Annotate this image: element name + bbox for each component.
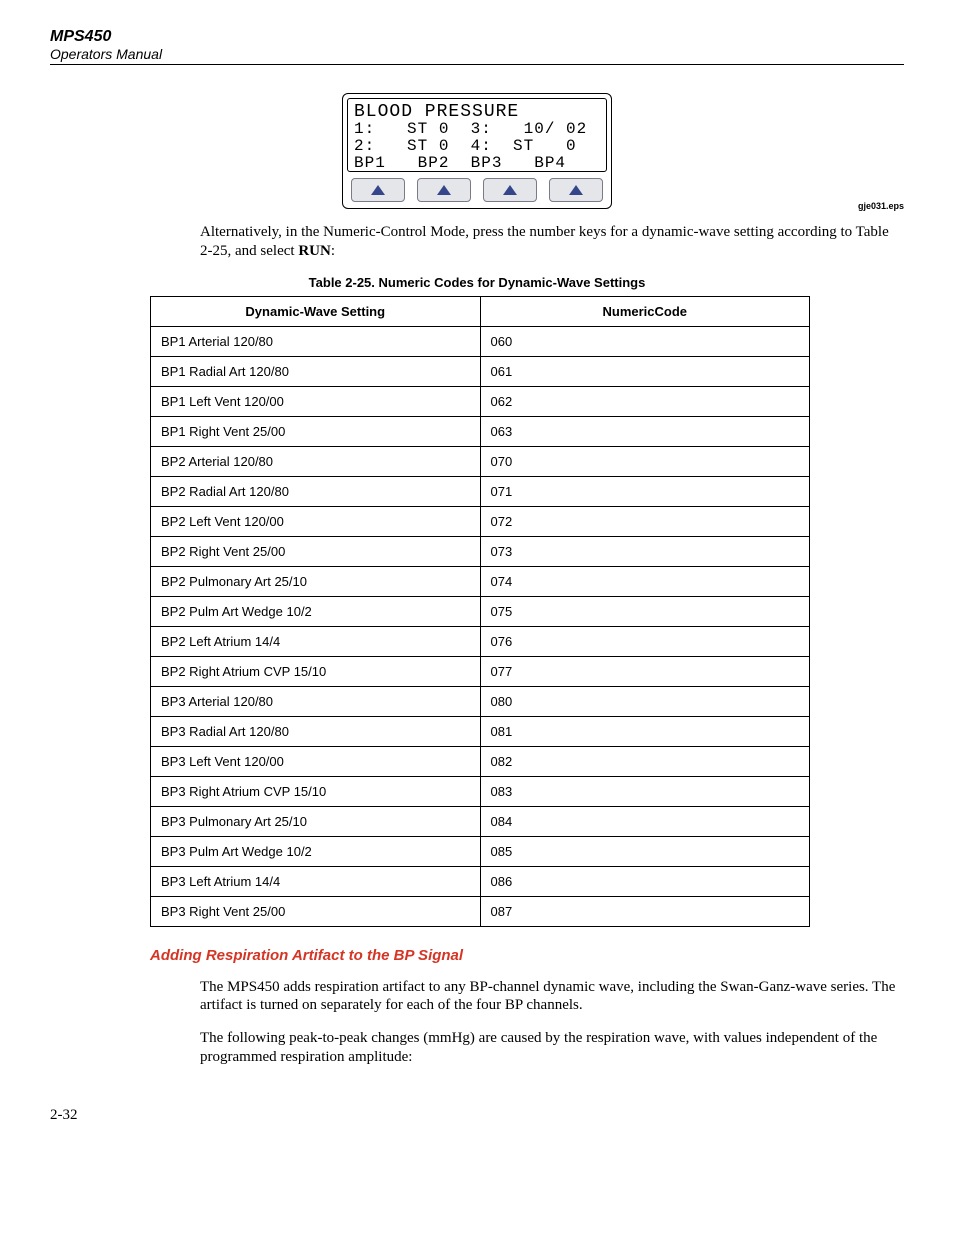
paragraph-artifact-2: The following peak-to-peak changes (mmHg… (200, 1029, 904, 1067)
table-row: BP1 Radial Art 120/80061 (151, 356, 810, 386)
cell-setting: BP2 Right Atrium CVP 15/10 (151, 656, 481, 686)
cell-code: 061 (480, 356, 810, 386)
softkey-1[interactable] (351, 178, 405, 202)
figure-filename: gje031.eps (858, 201, 904, 211)
cell-code: 074 (480, 566, 810, 596)
table-row: BP3 Arterial 120/80080 (151, 686, 810, 716)
lcd-row-1: 1: ST 0 3: 10/ 02 (354, 121, 600, 138)
cell-setting: BP1 Right Vent 25/00 (151, 416, 481, 446)
paragraph-intro-b: : (331, 243, 335, 259)
table-row: BP1 Arterial 120/80060 (151, 326, 810, 356)
table-row: BP2 Right Vent 25/00073 (151, 536, 810, 566)
cell-code: 083 (480, 776, 810, 806)
table-row: BP2 Arterial 120/80070 (151, 446, 810, 476)
cell-setting: BP1 Left Vent 120/00 (151, 386, 481, 416)
cell-code: 087 (480, 896, 810, 926)
cell-setting: BP1 Arterial 120/80 (151, 326, 481, 356)
cell-code: 073 (480, 536, 810, 566)
cell-setting: BP2 Pulm Art Wedge 10/2 (151, 596, 481, 626)
softkey-3[interactable] (483, 178, 537, 202)
section-heading: Adding Respiration Artifact to the BP Si… (150, 947, 904, 964)
lcd-title: BLOOD PRESSURE (354, 103, 600, 121)
cell-code: 063 (480, 416, 810, 446)
softkey-4[interactable] (549, 178, 603, 202)
page-header: MPS450 Operators Manual (50, 28, 904, 65)
page-number: 2-32 (50, 1107, 904, 1124)
triangle-up-icon (502, 184, 518, 196)
cell-setting: BP2 Left Atrium 14/4 (151, 626, 481, 656)
cell-setting: BP3 Pulm Art Wedge 10/2 (151, 836, 481, 866)
table-caption: Table 2-25. Numeric Codes for Dynamic-Wa… (50, 275, 904, 290)
table-row: BP2 Pulmonary Art 25/10074 (151, 566, 810, 596)
table-row: BP1 Left Vent 120/00062 (151, 386, 810, 416)
table-row: BP3 Right Vent 25/00087 (151, 896, 810, 926)
cell-setting: BP2 Pulmonary Art 25/10 (151, 566, 481, 596)
cell-setting: BP2 Radial Art 120/80 (151, 476, 481, 506)
run-label: RUN (298, 243, 331, 259)
cell-code: 062 (480, 386, 810, 416)
cell-setting: BP2 Left Vent 120/00 (151, 506, 481, 536)
cell-setting: BP3 Right Vent 25/00 (151, 896, 481, 926)
cell-setting: BP1 Radial Art 120/80 (151, 356, 481, 386)
lcd-row-2: 2: ST 0 4: ST 0 (354, 138, 600, 155)
lcd-figure: BLOOD PRESSURE 1: ST 0 3: 10/ 02 2: ST 0… (50, 93, 904, 209)
cell-code: 082 (480, 746, 810, 776)
cell-setting: BP3 Radial Art 120/80 (151, 716, 481, 746)
cell-setting: BP2 Arterial 120/80 (151, 446, 481, 476)
cell-code: 084 (480, 806, 810, 836)
table-row: BP2 Right Atrium CVP 15/10077 (151, 656, 810, 686)
table-row: BP3 Pulm Art Wedge 10/2085 (151, 836, 810, 866)
cell-code: 081 (480, 716, 810, 746)
table-row: BP3 Pulmonary Art 25/10084 (151, 806, 810, 836)
table-row: BP1 Right Vent 25/00063 (151, 416, 810, 446)
cell-code: 070 (480, 446, 810, 476)
paragraph-artifact-1: The MPS450 adds respiration artifact to … (200, 978, 904, 1016)
triangle-up-icon (370, 184, 386, 196)
cell-code: 080 (480, 686, 810, 716)
doc-subtitle: Operators Manual (50, 46, 904, 62)
cell-code: 071 (480, 476, 810, 506)
cell-setting: BP3 Right Atrium CVP 15/10 (151, 776, 481, 806)
lcd-screen: BLOOD PRESSURE 1: ST 0 3: 10/ 02 2: ST 0… (347, 98, 607, 172)
table-row: BP2 Left Vent 120/00072 (151, 506, 810, 536)
table-row: BP2 Pulm Art Wedge 10/2075 (151, 596, 810, 626)
table-row: BP3 Right Atrium CVP 15/10083 (151, 776, 810, 806)
cell-code: 072 (480, 506, 810, 536)
table-row: BP2 Left Atrium 14/4076 (151, 626, 810, 656)
cell-code: 076 (480, 626, 810, 656)
cell-code: 086 (480, 866, 810, 896)
numeric-codes-table: Dynamic-Wave Setting NumericCode BP1 Art… (150, 296, 810, 927)
triangle-up-icon (568, 184, 584, 196)
table-row: BP3 Left Vent 120/00082 (151, 746, 810, 776)
table-row: BP2 Radial Art 120/80071 (151, 476, 810, 506)
col-header-code: NumericCode (480, 296, 810, 326)
cell-setting: BP3 Left Atrium 14/4 (151, 866, 481, 896)
softkey-2[interactable] (417, 178, 471, 202)
cell-setting: BP3 Arterial 120/80 (151, 686, 481, 716)
table-row: BP3 Radial Art 120/80081 (151, 716, 810, 746)
cell-code: 075 (480, 596, 810, 626)
cell-setting: BP3 Pulmonary Art 25/10 (151, 806, 481, 836)
cell-code: 077 (480, 656, 810, 686)
triangle-up-icon (436, 184, 452, 196)
lcd-softkeys (347, 178, 607, 204)
lcd-row-3: BP1 BP2 BP3 BP4 (354, 155, 600, 172)
doc-model: MPS450 (50, 28, 904, 46)
cell-code: 085 (480, 836, 810, 866)
cell-setting: BP2 Right Vent 25/00 (151, 536, 481, 566)
col-header-setting: Dynamic-Wave Setting (151, 296, 481, 326)
lcd-device: BLOOD PRESSURE 1: ST 0 3: 10/ 02 2: ST 0… (342, 93, 612, 209)
cell-code: 060 (480, 326, 810, 356)
paragraph-intro: Alternatively, in the Numeric-Control Mo… (200, 223, 904, 261)
table-header-row: Dynamic-Wave Setting NumericCode (151, 296, 810, 326)
cell-setting: BP3 Left Vent 120/00 (151, 746, 481, 776)
table-row: BP3 Left Atrium 14/4086 (151, 866, 810, 896)
